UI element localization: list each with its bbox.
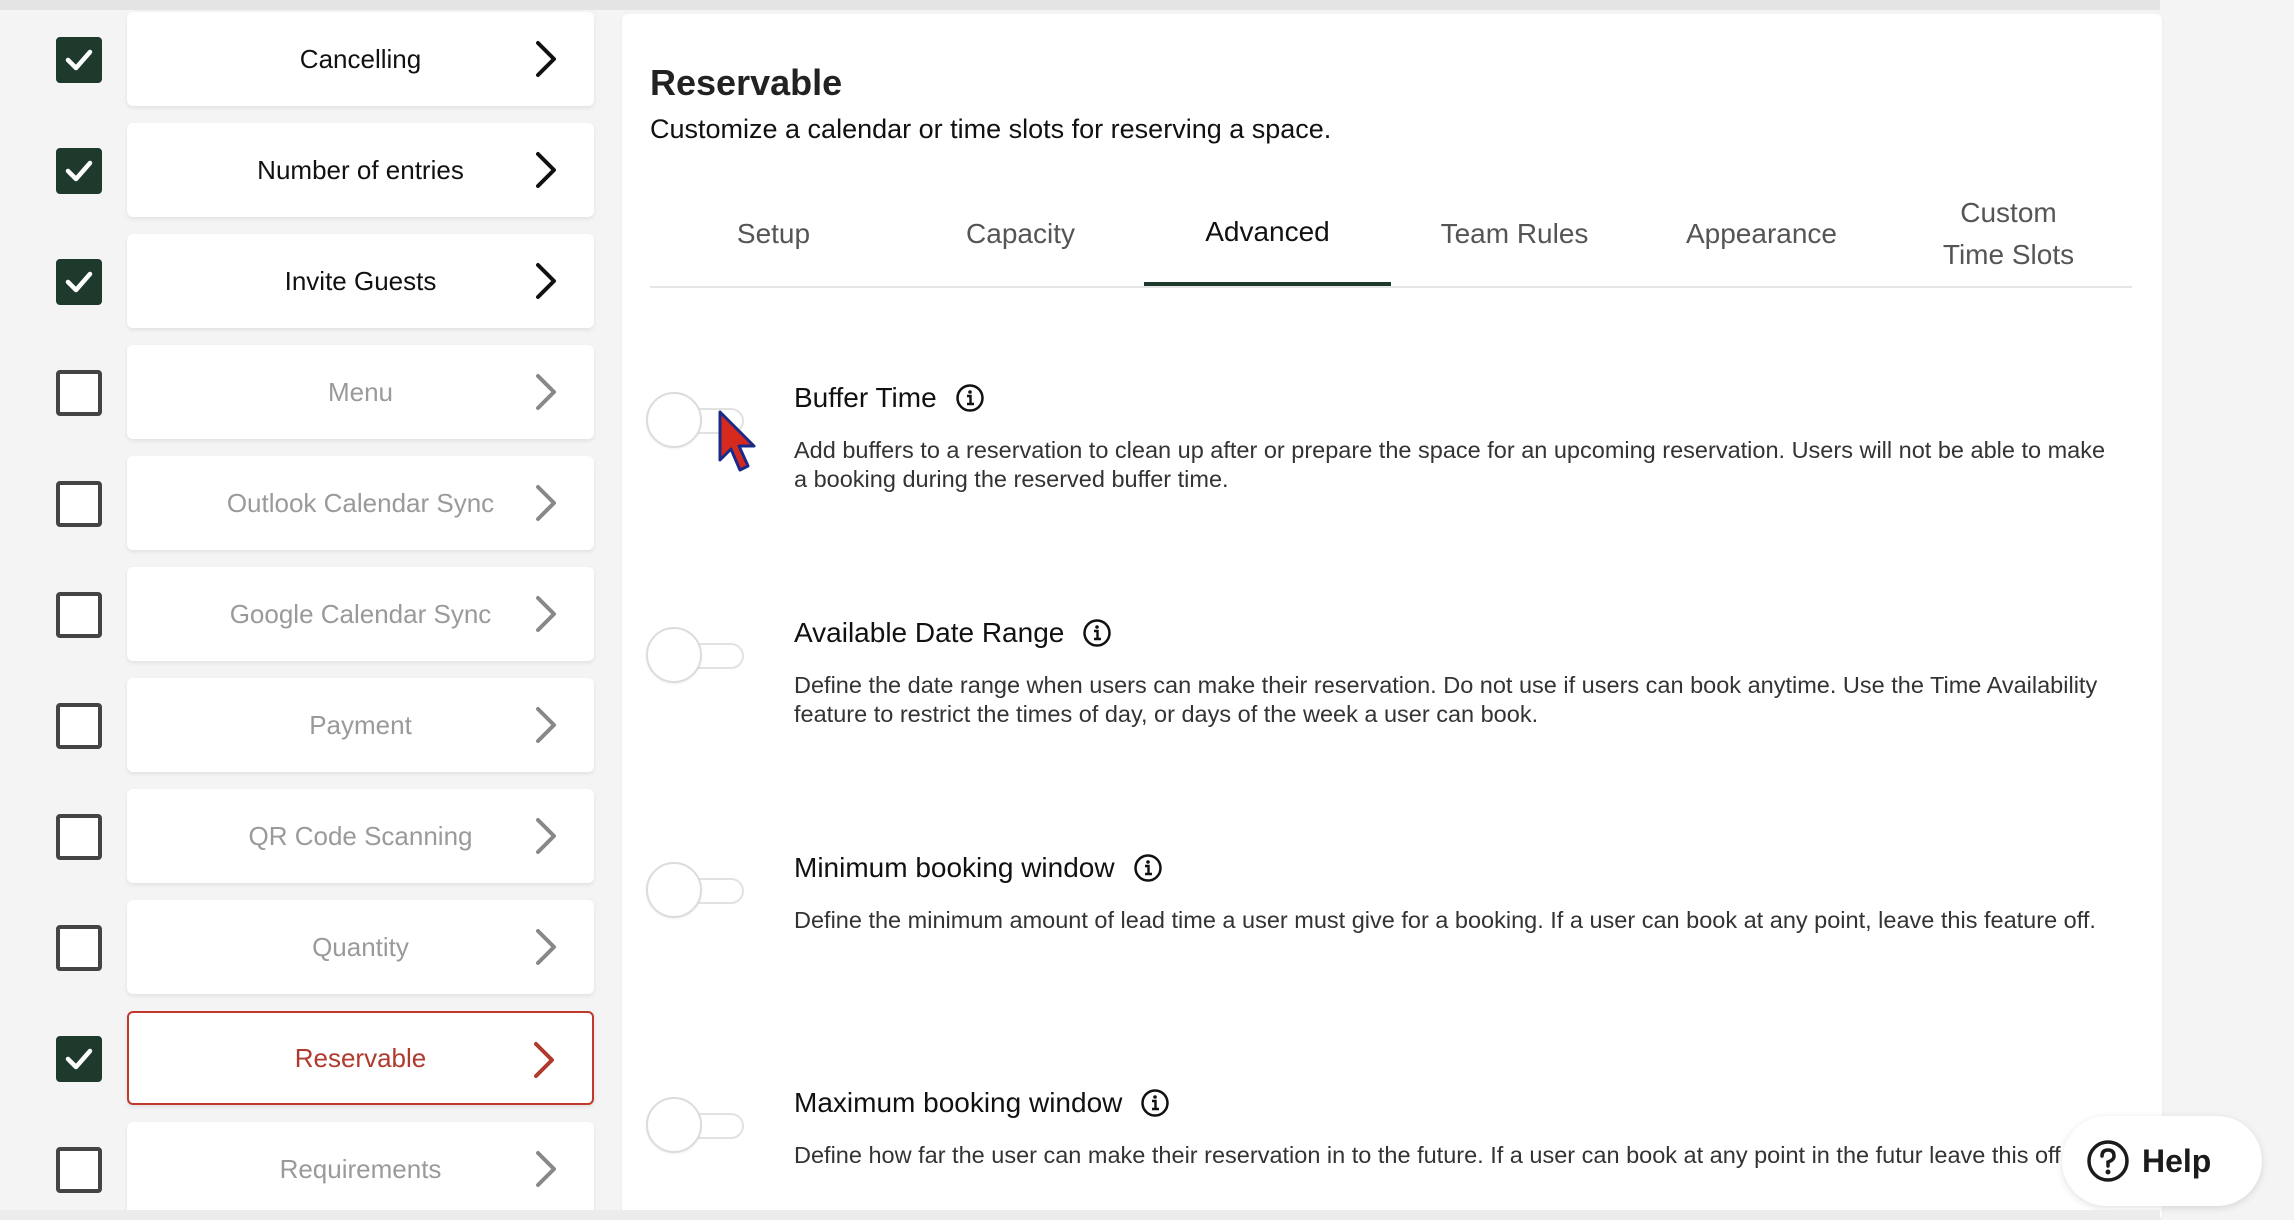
feature-checkbox[interactable]: [56, 148, 102, 194]
tab-capacity[interactable]: Capacity: [897, 182, 1144, 286]
chevron-right-icon: [536, 41, 556, 77]
toggle-knob: [646, 862, 702, 918]
info-icon[interactable]: [1133, 853, 1163, 883]
toggle-knob: [646, 1097, 702, 1153]
feature-label: Payment: [309, 709, 412, 740]
feature-row: Quantity: [0, 900, 600, 996]
feature-label: Google Calendar Sync: [229, 598, 492, 629]
info-icon[interactable]: [1140, 1088, 1170, 1118]
setting-title: Available Date Range: [794, 617, 1112, 649]
chevron-right-icon: [536, 374, 556, 410]
feature-label: QR Code Scanning: [248, 820, 473, 851]
setting-description: Add buffers to a reservation to clean up…: [794, 437, 2106, 492]
feature-checkbox[interactable]: [56, 1147, 102, 1193]
feature-label: Outlook Calendar Sync: [226, 487, 495, 518]
feature-item-number-of-entries[interactable]: Number of entries: [127, 123, 594, 217]
top-divider: [0, 0, 2160, 10]
info-icon[interactable]: [955, 383, 985, 413]
help-label: Help: [2142, 1142, 2212, 1179]
bottom-divider: [0, 1210, 2160, 1220]
reservable-panel: Reservable Customize a calendar or time …: [622, 14, 2162, 1220]
checkmark-icon: [65, 49, 93, 71]
feature-row: Menu: [0, 345, 600, 441]
question-circle-icon: [2087, 1140, 2129, 1182]
feature-checkbox[interactable]: [56, 481, 102, 527]
chevron-right-icon: [536, 485, 556, 521]
feature-checkbox[interactable]: [56, 814, 102, 860]
setting-toggle[interactable]: [646, 627, 746, 683]
chevron-right-icon: [536, 263, 556, 299]
setting-title-text: Maximum booking window: [794, 1087, 1123, 1118]
feature-row: Invite Guests: [0, 234, 600, 330]
tab-custom-time-slots[interactable]: Custom Time Slots: [1885, 182, 2132, 286]
feature-row: Outlook Calendar Sync: [0, 456, 600, 552]
feature-item-google-calendar-sync[interactable]: Google Calendar Sync: [127, 567, 594, 661]
chevron-right-icon: [536, 707, 556, 743]
feature-checkbox[interactable]: [56, 37, 102, 83]
info-icon[interactable]: [1082, 618, 1112, 648]
setting-description: Define the date range when users can mak…: [794, 672, 2098, 727]
feature-label: Reservable: [294, 1042, 427, 1073]
feature-item-reservable[interactable]: Reservable: [127, 1011, 594, 1105]
feature-row: Requirements: [0, 1122, 600, 1218]
feature-row: Payment: [0, 678, 600, 774]
setting-description: Define the minimum amount of lead time a…: [794, 907, 2096, 933]
feature-checkbox[interactable]: [56, 592, 102, 638]
feature-label: Cancelling: [299, 43, 422, 74]
setting-toggle[interactable]: [646, 862, 746, 918]
feature-label: Requirements: [279, 1153, 442, 1184]
chevron-right-icon: [536, 596, 556, 632]
checkmark-icon: [65, 160, 93, 182]
tab-setup[interactable]: Setup: [650, 182, 897, 286]
feature-label: Menu: [327, 376, 394, 407]
feature-checkbox[interactable]: [56, 1036, 102, 1082]
setting-title: Minimum booking window: [794, 852, 1163, 884]
page-subtitle: Customize a calendar or time slots for r…: [650, 114, 1332, 144]
mouse-cursor-icon: [718, 410, 756, 472]
feature-item-cancelling[interactable]: Cancelling: [127, 12, 594, 106]
feature-checkbox[interactable]: [56, 370, 102, 416]
feature-label: Number of entries: [257, 154, 464, 185]
feature-checkbox[interactable]: [56, 925, 102, 971]
chevron-right-icon: [534, 1042, 554, 1078]
chevron-right-icon: [536, 929, 556, 965]
setting-title-text: Minimum booking window: [794, 852, 1115, 883]
feature-label: Quantity: [312, 931, 409, 962]
tab-bar: Setup Capacity Advanced Team Rules Appearanc…: [650, 182, 2132, 288]
setting-title-text: Available Date Range: [794, 617, 1065, 648]
feature-item-requirements[interactable]: Requirements: [127, 1122, 594, 1216]
setting-title: Maximum booking window: [794, 1087, 1170, 1119]
feature-row: Reservable: [0, 1011, 600, 1107]
feature-row: Number of entries: [0, 123, 600, 219]
feature-item-menu[interactable]: Menu: [127, 345, 594, 439]
chevron-right-icon: [536, 818, 556, 854]
checkmark-icon: [65, 1048, 93, 1070]
setting-description: Define how far the user can make their r…: [794, 1142, 2068, 1168]
tab-appearance[interactable]: Appearance: [1638, 182, 1885, 286]
help-button[interactable]: Help: [2062, 1116, 2262, 1206]
setting-title-text: Buffer Time: [794, 382, 937, 413]
chevron-right-icon: [536, 152, 556, 188]
chevron-right-icon: [536, 1151, 556, 1187]
feature-item-invite-guests[interactable]: Invite Guests: [127, 234, 594, 328]
feature-checkbox[interactable]: [56, 259, 102, 305]
feature-row: Google Calendar Sync: [0, 567, 600, 663]
feature-item-payment[interactable]: Payment: [127, 678, 594, 772]
feature-checkbox[interactable]: [56, 703, 102, 749]
page-title: Reservable: [650, 62, 843, 103]
feature-item-outlook-calendar-sync[interactable]: Outlook Calendar Sync: [127, 456, 594, 550]
setting-toggle[interactable]: [646, 1097, 746, 1153]
toggle-knob: [646, 627, 702, 683]
toggle-knob: [646, 392, 702, 448]
tab-team-rules[interactable]: Team Rules: [1391, 182, 1638, 286]
feature-item-qr-code-scanning[interactable]: QR Code Scanning: [127, 789, 594, 883]
tab-advanced[interactable]: Advanced: [1144, 182, 1391, 286]
feature-row: Cancelling: [0, 12, 600, 108]
checkmark-icon: [65, 271, 93, 293]
feature-item-quantity[interactable]: Quantity: [127, 900, 594, 994]
feature-label: Invite Guests: [284, 265, 437, 296]
setting-title: Buffer Time: [794, 382, 985, 414]
feature-row: QR Code Scanning: [0, 789, 600, 885]
